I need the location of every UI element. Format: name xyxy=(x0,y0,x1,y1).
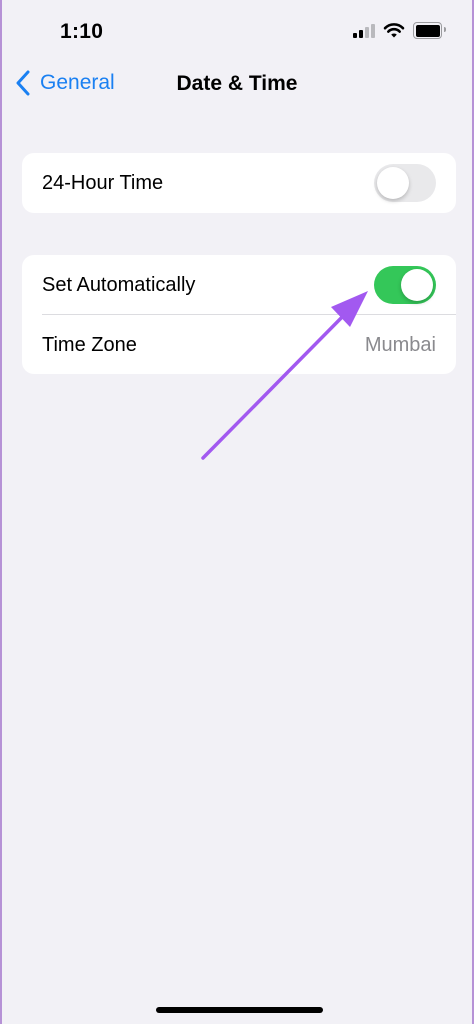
annotation-arrow-icon xyxy=(201,291,368,460)
home-indicator[interactable] xyxy=(156,1007,323,1013)
screen: 1:10 General Date & Time 24-Hour Time Se… xyxy=(0,0,474,1024)
